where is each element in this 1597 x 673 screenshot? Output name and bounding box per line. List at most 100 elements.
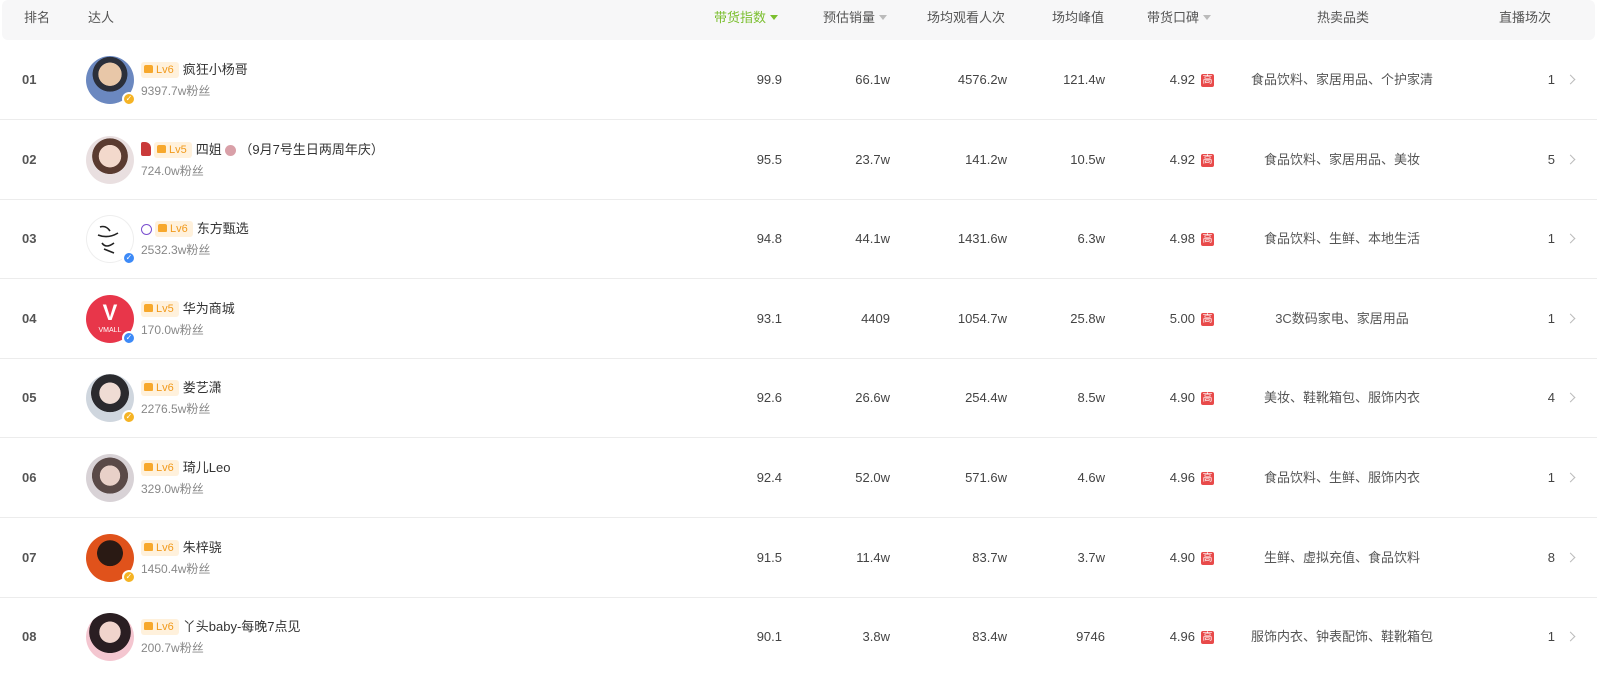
level-text: Lv5	[156, 302, 174, 315]
avg-peak-value: 9746	[1076, 629, 1105, 645]
reputation-score: 4.90	[1169, 549, 1195, 565]
fans-count: 170.0w粉丝	[141, 322, 204, 337]
avatar[interactable]: ✓	[86, 533, 136, 584]
col-reputation-header[interactable]: 带货口碑	[1147, 0, 1212, 36]
influencer-name: 东方甄选	[196, 221, 249, 237]
heel-icon	[141, 141, 151, 156]
reputation-cell: 4.96 高	[1170, 438, 1214, 518]
avatar[interactable]: ✓	[86, 374, 136, 425]
reputation-level-tag: 高	[1201, 312, 1214, 326]
chevron-right-icon[interactable]	[1565, 552, 1576, 563]
table-row[interactable]: 07 ✓ Lv6 朱梓骁 1450.4w粉丝 91.5 11.4w 83.7w 3.7w 4.90…	[0, 518, 1597, 598]
table-row[interactable]: 02 Lv5 四姐 （9月7号生日两周年庆） 724.0w粉丝 95.5 23.7w 141…	[0, 120, 1597, 200]
hot-categories: 食品饮料、生鲜、服饰内衣	[1263, 470, 1420, 485]
influencer-name-line[interactable]: Lv6 娄艺潇	[141, 378, 222, 398]
hot-categories: 食品饮料、家居用品、美妆	[1263, 151, 1420, 167]
level-badge: Lv5	[141, 300, 179, 317]
avatar[interactable]: V VMALL ✓	[86, 294, 136, 345]
avg-peak-value: 121.4w	[1063, 72, 1105, 87]
verified-badge-icon: ✓	[122, 92, 136, 106]
reputation-level-tag: 高	[1201, 631, 1214, 645]
fans-count: 329.0w粉丝	[141, 482, 204, 496]
table-row[interactable]: 05 ✓ Lv6 娄艺潇 2276.5w粉丝 92.6 26.6w 254.4w 8.5w 4.9…	[0, 358, 1597, 439]
influencer-name: 疯狂小杨哥	[182, 62, 248, 77]
lock-icon	[144, 463, 153, 471]
hot-categories: 美妆、鞋靴箱包、服饰内衣	[1263, 390, 1420, 406]
lock-icon	[144, 542, 153, 551]
table-row[interactable]: 06 Lv6 琦儿Leo 329.0w粉丝 92.4 52.0w 571.6w 4.6w 4.9…	[0, 438, 1597, 518]
col-hot-categories-header: 热卖品类	[1317, 10, 1370, 25]
medal-icon	[141, 224, 152, 236]
influencer-name-line[interactable]: Lv5 华为商城	[141, 299, 235, 319]
level-badge: Lv5	[154, 141, 192, 158]
reputation-score: 4.98	[1169, 231, 1195, 247]
reputation-level-tag: 高	[1201, 74, 1214, 87]
avg-peak-value: 3.7w	[1077, 549, 1105, 565]
chevron-right-icon[interactable]	[1565, 313, 1576, 324]
avg-peak-value: 8.5w	[1077, 390, 1105, 406]
influencer-name-line[interactable]: Lv6 朱梓骁	[141, 538, 222, 558]
influencer-name: 娄艺潇	[182, 380, 222, 396]
avatar[interactable]: ✓	[86, 56, 136, 106]
rank-number: 01	[22, 72, 37, 87]
reputation-score: 4.96	[1169, 470, 1195, 485]
reputation-score: 4.92	[1169, 151, 1195, 167]
reputation-score: 4.96	[1169, 629, 1195, 645]
col-avg-viewers-header: 场均观看人次	[927, 10, 1006, 25]
lock-icon	[158, 224, 167, 233]
est-sales-value: 4409	[861, 310, 890, 326]
influencer-name: 华为商城	[182, 300, 235, 316]
hot-categories: 服饰内衣、钟表配饰、鞋靴箱包	[1250, 629, 1433, 645]
live-count-value: 1	[1547, 470, 1555, 485]
avg-peak-value: 6.3w	[1077, 231, 1105, 247]
avatar[interactable]	[86, 454, 134, 502]
avg-peak-value: 10.5w	[1070, 151, 1105, 167]
chevron-right-icon[interactable]	[1565, 154, 1576, 165]
chevron-right-icon[interactable]	[1565, 472, 1576, 483]
live-count-value: 1	[1547, 72, 1555, 87]
avatar[interactable]: ✓	[86, 215, 136, 266]
col-gmv-index-header[interactable]: 带货指数	[714, 0, 779, 36]
rank-number: 03	[22, 231, 37, 247]
influencer-name-line[interactable]: Lv6 东方甄选	[141, 219, 249, 239]
reputation-cell: 4.92 高	[1170, 120, 1214, 200]
rank-number: 02	[22, 151, 37, 167]
avatar-image	[86, 613, 134, 662]
reputation-cell: 5.00 高	[1170, 279, 1214, 359]
table-row[interactable]: 08 Lv6 丫头baby-每晚7点见 200.7w粉丝 90.1 3.8w 83.4w 97…	[0, 597, 1597, 673]
chevron-right-icon[interactable]	[1565, 74, 1576, 85]
influencer-name-suffix: （9月7号生日两周年庆）	[239, 141, 384, 157]
table-row[interactable]: 01 ✓ Lv6 疯狂小杨哥 9397.7w粉丝 99.9 66.1w 4576.2w 121.…	[0, 40, 1597, 120]
influencer-name-line[interactable]: Lv5 四姐 （9月7号生日两周年庆）	[141, 140, 384, 160]
reputation-cell: 4.96 高	[1170, 597, 1214, 673]
table-row[interactable]: 03 ✓ Lv6 东方甄选 2532.3w粉丝 94.8 44.1w 1431.6w 6.3w 4…	[0, 199, 1597, 280]
level-text: Lv6	[156, 382, 174, 395]
reputation-score: 4.92	[1169, 72, 1195, 87]
gmv-index-value: 94.8	[756, 231, 782, 247]
rank-number: 08	[22, 629, 37, 645]
avatar[interactable]	[86, 613, 134, 662]
influencer-name-line[interactable]: Lv6 琦儿Leo	[141, 458, 230, 478]
table-row[interactable]: 04 V VMALL ✓ Lv5 华为商城 170.0w粉丝 93.1 4409 1054.7w 2…	[0, 279, 1597, 359]
avatar[interactable]	[86, 135, 134, 184]
live-count-value: 8	[1547, 549, 1555, 565]
influencer-name: 琦儿Leo	[182, 460, 231, 475]
col-gmv-index-label: 带货指数	[714, 10, 767, 25]
influencer-name-line[interactable]: Lv6 丫头baby-每晚7点见	[141, 617, 301, 637]
level-badge: Lv6	[155, 221, 193, 238]
reputation-cell: 4.98 高	[1170, 199, 1214, 279]
chevron-right-icon[interactable]	[1565, 631, 1576, 642]
influencer-name-line[interactable]: Lv6 疯狂小杨哥	[141, 60, 248, 80]
reputation-level-tag: 高	[1201, 153, 1214, 167]
level-text: Lv5	[169, 143, 187, 156]
influencer-name: 朱梓骁	[182, 539, 222, 555]
table-header: 排名 达人 带货指数 预估销量 场均观看人次 场均峰值 带货口碑 热卖品类 直播…	[2, 0, 1595, 40]
chevron-right-icon[interactable]	[1565, 233, 1576, 244]
col-est-sales-header[interactable]: 预估销量	[823, 0, 888, 36]
chevron-right-icon[interactable]	[1565, 392, 1576, 403]
reputation-level-tag: 高	[1201, 233, 1214, 247]
level-badge: Lv6	[141, 62, 179, 78]
est-sales-value: 3.8w	[862, 629, 890, 645]
avg-peak-value: 25.8w	[1070, 310, 1105, 326]
fans-count: 2276.5w粉丝	[141, 402, 211, 417]
